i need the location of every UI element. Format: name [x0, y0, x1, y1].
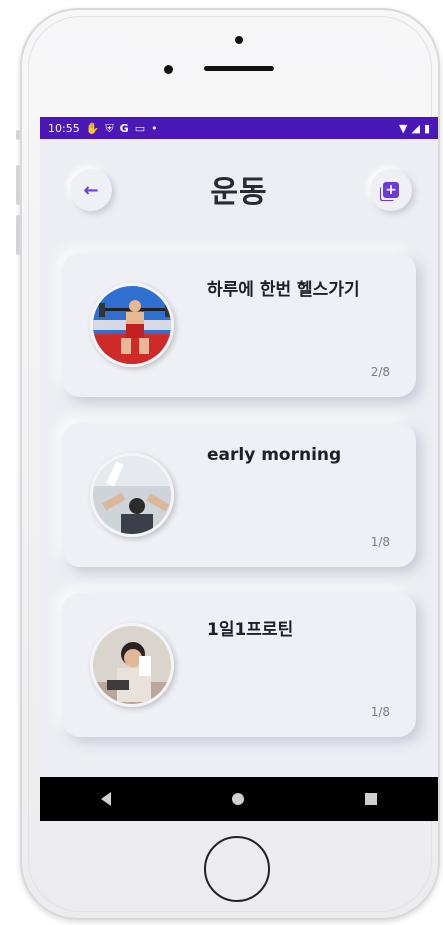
header: ← 운동 +	[40, 139, 438, 249]
routine-progress: 1/8	[370, 535, 390, 549]
google-icon: G	[119, 121, 129, 135]
app-screen: 10:55 ✋ ⛨ G ▭ • ▼ ◢ ▮ ← 운동 + 하루에 한번 헬스가기…	[40, 117, 438, 821]
front-camera-icon	[235, 36, 243, 44]
routine-card[interactable]: 1일1프로틴 1/8	[62, 593, 416, 737]
shield-icon: ⛨	[105, 121, 114, 135]
routine-progress: 2/8	[370, 365, 390, 379]
routine-title: 1일1프로틴	[207, 620, 294, 640]
volume-down-button	[16, 215, 20, 255]
card-icon: ▭	[134, 121, 146, 135]
status-time: 10:55	[48, 121, 80, 135]
weightlifter-photo	[90, 283, 174, 367]
system-nav-bar	[40, 777, 438, 821]
routine-card[interactable]: early morning 1/8	[62, 423, 416, 567]
routine-title: 하루에 한번 헬스가기	[207, 280, 360, 300]
volume-up-button	[16, 165, 20, 205]
phone-home-button[interactable]	[204, 836, 270, 902]
add-box-icon: +	[383, 182, 399, 198]
home-circle-icon[interactable]	[231, 793, 244, 805]
sensor-icon	[164, 65, 173, 74]
routine-progress: 1/8	[370, 705, 390, 719]
speaker-grille	[204, 66, 274, 71]
wifi-icon: ▼	[399, 121, 408, 135]
gym-ceiling-photo	[90, 453, 174, 537]
routine-title: early morning	[207, 445, 342, 465]
side-button	[16, 130, 20, 140]
status-bar: 10:55 ✋ ⛨ G ▭ • ▼ ◢ ▮	[40, 117, 438, 139]
back-triangle-icon[interactable]	[100, 792, 111, 806]
recents-square-icon[interactable]	[365, 793, 378, 805]
signal-icon: ◢	[411, 121, 420, 135]
dot-icon: •	[151, 121, 158, 135]
hand-icon: ✋	[85, 121, 100, 135]
routine-card[interactable]: 하루에 한번 헬스가기 2/8	[62, 253, 416, 397]
person-drinking-photo	[90, 623, 174, 707]
battery-icon: ▮	[423, 121, 430, 135]
add-button[interactable]: +	[370, 169, 412, 211]
